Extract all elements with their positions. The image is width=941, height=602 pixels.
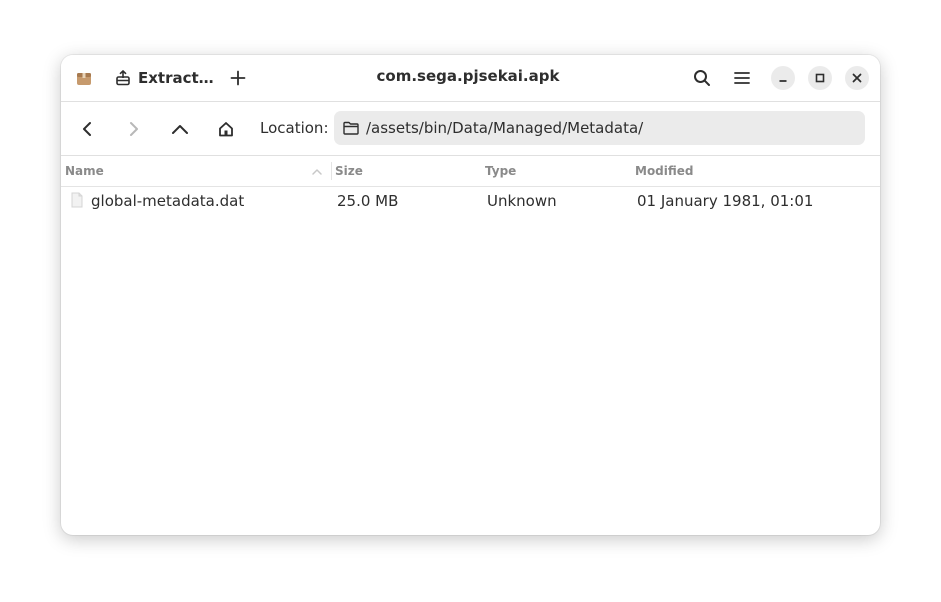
sort-ascending-icon <box>311 166 323 176</box>
package-icon <box>75 69 93 87</box>
file-name: global-metadata.dat <box>91 192 245 210</box>
minimize-icon <box>778 73 788 83</box>
close-button[interactable] <box>845 66 869 90</box>
extract-icon <box>115 70 131 86</box>
parent-folder-button[interactable] <box>165 114 195 144</box>
search-icon <box>693 69 711 87</box>
file-type: Unknown <box>487 192 557 210</box>
search-button[interactable] <box>687 63 717 93</box>
location-path: /assets/bin/Data/Managed/Metadata/ <box>366 119 644 137</box>
column-header-name[interactable]: Name <box>65 164 104 178</box>
back-button[interactable] <box>73 114 103 144</box>
maximize-icon <box>815 73 825 83</box>
location-entry[interactable]: /assets/bin/Data/Managed/Metadata/ <box>334 111 865 145</box>
column-headers: Name Size Type Modified <box>61 156 880 187</box>
folder-icon <box>343 121 359 135</box>
file-modified: 01 January 1981, 01:01 <box>637 192 814 210</box>
extract-button[interactable]: Extract… <box>109 63 215 93</box>
column-header-modified[interactable]: Modified <box>635 164 694 178</box>
archive-window: Extract… com.sega.pjsekai.apk Location: … <box>61 55 880 535</box>
window-title: com.sega.pjsekai.apk <box>376 67 560 85</box>
column-separator <box>331 162 332 180</box>
maximize-button[interactable] <box>808 66 832 90</box>
file-row[interactable]: global-metadata.dat 25.0 MB Unknown 01 J… <box>61 187 880 215</box>
location-label: Location: <box>260 119 329 137</box>
location-bar: Location: /assets/bin/Data/Managed/Metad… <box>61 102 880 156</box>
column-header-size[interactable]: Size <box>335 164 363 178</box>
chevron-right-icon <box>126 121 140 137</box>
close-icon <box>852 73 862 83</box>
main-menu-button[interactable] <box>727 63 757 93</box>
new-tab-button[interactable] <box>223 63 253 93</box>
plus-icon <box>230 70 246 86</box>
chevron-left-icon <box>81 121 95 137</box>
file-size: 25.0 MB <box>337 192 399 210</box>
home-icon <box>218 121 234 137</box>
chevron-up-icon <box>171 123 189 135</box>
extract-label: Extract… <box>138 69 214 87</box>
minimize-button[interactable] <box>771 66 795 90</box>
forward-button[interactable] <box>118 114 148 144</box>
home-button[interactable] <box>211 114 241 144</box>
column-header-type[interactable]: Type <box>485 164 516 178</box>
header-bar: Extract… com.sega.pjsekai.apk <box>61 55 880 102</box>
file-icon <box>71 192 83 208</box>
hamburger-menu-icon <box>733 70 751 86</box>
